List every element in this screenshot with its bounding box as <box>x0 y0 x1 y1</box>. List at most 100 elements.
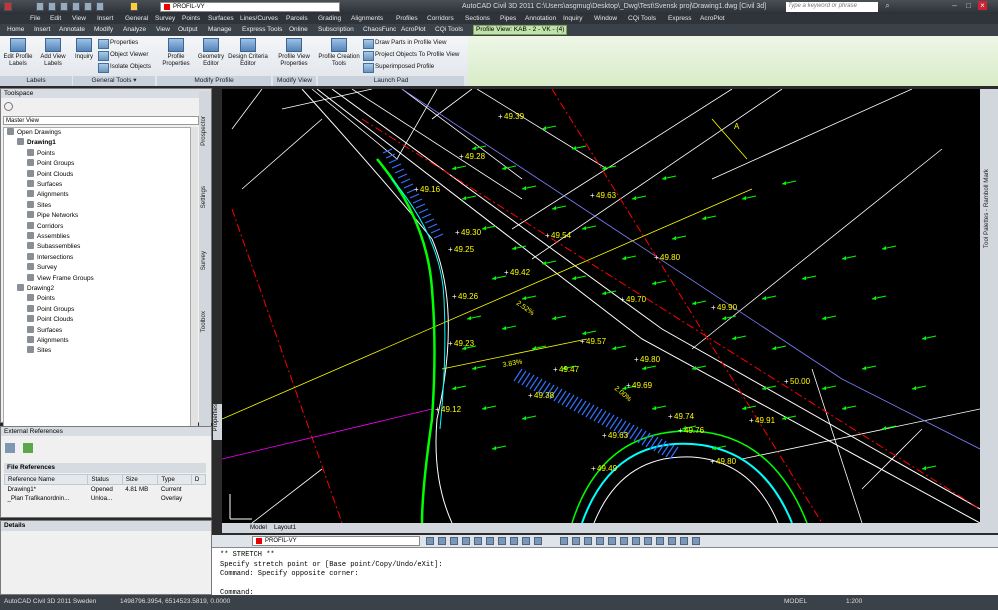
modify-profile-panel-title[interactable]: Modify Profile <box>157 76 271 86</box>
drawing-canvas[interactable]: +49.39 +49.28 +49.16 +49.63 +49.30 +49.54 +49.… <box>222 89 980 523</box>
layer-dropdown-bottom[interactable]: PROFIL-VY <box>252 536 420 546</box>
properties-tab[interactable]: Properties <box>213 404 219 431</box>
labels-panel-title[interactable]: Labels <box>0 76 72 86</box>
side-tab[interactable]: Toolbox <box>200 311 207 332</box>
tree-item[interactable]: Survey <box>27 263 57 272</box>
draw-parts-button[interactable]: Draw Parts in Profile View <box>363 39 446 49</box>
tree-scrollbar[interactable] <box>191 127 198 441</box>
menu-item[interactable]: General <box>125 15 148 22</box>
toolbar-icon[interactable] <box>534 537 542 545</box>
ribbon-tab[interactable]: Express Tools <box>242 26 282 33</box>
app-menu-icon[interactable] <box>4 2 12 11</box>
column-header[interactable]: Size <box>121 474 159 485</box>
ribbon-tab[interactable]: Analyze <box>123 26 146 33</box>
profile-view-properties-button[interactable]: Profile View Properties <box>274 38 314 68</box>
ribbon-tab[interactable]: Modify <box>94 26 113 33</box>
general-tools-panel-title[interactable]: General Tools ▾ <box>73 76 155 86</box>
tree-item[interactable]: Alignments <box>27 190 69 199</box>
menu-item[interactable]: Insert <box>97 15 113 22</box>
menu-item[interactable]: CQi Tools <box>628 15 656 22</box>
add-view-labels-button[interactable]: Add View Labels <box>37 38 69 68</box>
attach-icon[interactable] <box>5 443 15 453</box>
edit-profile-labels-button[interactable]: Edit Profile Labels <box>3 38 33 68</box>
minimize-icon[interactable]: – <box>950 1 959 10</box>
toolbar-icon[interactable] <box>632 537 640 545</box>
tree-item[interactable]: Sites <box>27 200 51 210</box>
tool-palettes-label[interactable]: Tool Palettes - Ramboll Mark <box>983 169 990 248</box>
ribbon-tab[interactable]: ChaosFunc <box>363 26 396 33</box>
ribbon-tab[interactable]: AcroPlot <box>401 26 426 33</box>
ribbon-tab[interactable]: Output <box>178 26 198 33</box>
geometry-editor-button[interactable]: Geometry Editor <box>194 38 228 68</box>
command-line[interactable]: ** STRETCH ** Specify stretch point or [B… <box>212 547 998 597</box>
toolbar-icon[interactable] <box>656 537 664 545</box>
table-row[interactable]: _Plan Trafikanordnin... Unloa... Overlay <box>5 494 206 503</box>
tree-item[interactable]: Sites <box>27 346 51 355</box>
menu-item[interactable]: Inquiry <box>563 15 583 22</box>
tab-profile-view[interactable]: Profile View: KAB - 2 - VK - (4) <box>473 25 568 35</box>
plot-icon[interactable] <box>72 2 80 11</box>
refresh-icon[interactable] <box>23 443 33 453</box>
column-header[interactable]: Type <box>157 474 192 485</box>
view-select[interactable]: Master View <box>3 116 199 125</box>
profile-properties-button[interactable]: Profile Properties <box>158 38 194 68</box>
prospector-tree[interactable]: Open Drawings Drawing1 Points Point Groups P… <box>3 127 191 441</box>
tree-item[interactable]: Drawing2 <box>17 284 54 293</box>
menu-item[interactable]: Corridors <box>427 15 454 22</box>
annotation-scale[interactable]: 1:200 <box>846 598 862 605</box>
profile-creation-tools-button[interactable]: Profile Creation Tools <box>318 38 360 68</box>
column-header[interactable]: Reference Name <box>3 474 89 485</box>
toolbar-icon[interactable] <box>474 537 482 545</box>
side-tab[interactable]: Survey <box>200 251 207 270</box>
tree-item[interactable]: View Frame Groups <box>27 273 94 283</box>
tree-item[interactable]: Pipe Networks <box>27 211 78 220</box>
toolbar-icon[interactable] <box>498 537 506 545</box>
search-icon[interactable]: ⌕ <box>883 1 892 10</box>
column-header[interactable]: Status <box>87 474 123 485</box>
toolbar-icon[interactable] <box>680 537 688 545</box>
tree-item[interactable]: Surfaces <box>27 180 62 189</box>
menu-item[interactable]: Profiles <box>396 15 418 22</box>
toolbar-icon[interactable] <box>486 537 494 545</box>
toolbar-icon[interactable] <box>608 537 616 545</box>
design-criteria-editor-button[interactable]: Design Criteria Editor <box>228 38 268 68</box>
tree-item[interactable]: Point Clouds <box>27 169 73 179</box>
tree-item[interactable]: Drawing1 <box>17 138 56 147</box>
toolbar-icon[interactable] <box>644 537 652 545</box>
properties-button[interactable]: Properties <box>98 39 138 49</box>
close-icon[interactable]: × <box>978 1 987 10</box>
toolbar-icon[interactable] <box>584 537 592 545</box>
toolbar-icon[interactable] <box>510 537 518 545</box>
tree-item[interactable]: Subassemblies <box>27 242 80 251</box>
tree-item[interactable]: Corridors <box>27 221 63 231</box>
toolbar-icon[interactable] <box>596 537 604 545</box>
toolbar-icon[interactable] <box>572 537 580 545</box>
redo-icon[interactable] <box>96 2 104 11</box>
toolbar-icon[interactable] <box>692 537 700 545</box>
menu-item[interactable]: Window <box>594 15 617 22</box>
toolbar-icon[interactable] <box>426 537 434 545</box>
tree-item[interactable]: Points <box>27 294 55 303</box>
menu-item[interactable]: AcroPlot <box>700 15 725 22</box>
modify-view-panel-title[interactable]: Modify View <box>273 76 316 86</box>
ribbon-tab[interactable]: Annotate <box>59 26 85 33</box>
tree-item[interactable]: Assemblies <box>27 232 70 241</box>
tree-item[interactable]: Point Groups <box>27 304 74 314</box>
maximize-icon[interactable]: □ <box>964 1 973 10</box>
toolbar-icon[interactable] <box>668 537 676 545</box>
ribbon-tab[interactable]: CQi Tools <box>435 26 463 33</box>
menu-item[interactable]: Annotation <box>525 15 556 22</box>
tree-item[interactable]: Open Drawings <box>7 128 61 137</box>
toolbar-icon[interactable] <box>450 537 458 545</box>
tree-item[interactable]: Alignments <box>27 336 69 345</box>
ribbon-tab[interactable]: Subscription <box>318 26 354 33</box>
save-icon[interactable] <box>60 2 68 11</box>
inquiry-button[interactable]: Inquiry <box>73 38 95 61</box>
toolbar-icon[interactable] <box>620 537 628 545</box>
launch-pad-panel-title[interactable]: Launch Pad <box>318 76 464 86</box>
tree-item[interactable]: Points <box>27 148 55 158</box>
layout-tab[interactable]: Model <box>250 524 267 531</box>
menu-item[interactable]: File <box>30 15 40 22</box>
tree-item[interactable]: Surfaces <box>27 325 62 335</box>
column-header[interactable]: D <box>190 474 207 485</box>
